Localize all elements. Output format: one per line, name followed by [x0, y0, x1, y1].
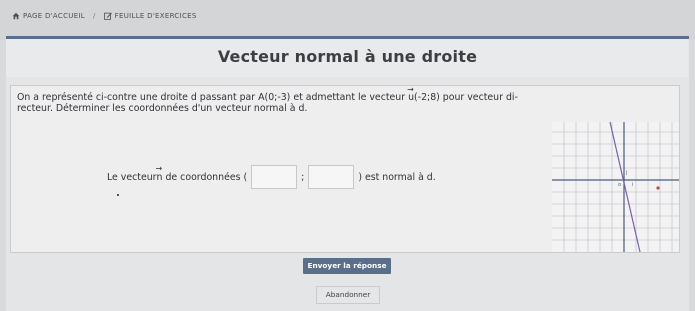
breadcrumb-separator: / [92, 12, 96, 20]
question-mid: de coordonnées ( [165, 171, 248, 183]
submit-answer-button[interactable]: Envoyer la réponse [303, 258, 391, 274]
statement-text-end-2: recteur. Déterminer les coordonnées d'un… [17, 102, 308, 114]
breadcrumb-home[interactable]: PAGE D'ACCUEIL [12, 12, 85, 20]
question-line: Le vecteur → n de coordonnées ( ; ) est n… [107, 163, 436, 189]
breadcrumb: PAGE D'ACCUEIL / FEUILLE D'EXERCICES [12, 12, 197, 20]
exercise-box: On a représenté ci-contre une droite d p… [10, 85, 680, 253]
breadcrumb-sheet[interactable]: FEUILLE D'EXERCICES [103, 12, 197, 20]
top-bar: PAGE D'ACCUEIL / FEUILLE D'EXERCICES [0, 0, 695, 40]
breadcrumb-sheet-label: FEUILLE D'EXERCICES [114, 12, 197, 20]
answer-x-input[interactable] [251, 165, 298, 189]
vector-u: → u [407, 85, 415, 103]
label-i: i [632, 182, 633, 188]
question-separator: ; [301, 171, 305, 183]
answer-y-input[interactable] [308, 165, 355, 189]
vector-n: → n [155, 163, 163, 183]
title-band: Vecteur normal à une droite [6, 36, 689, 77]
question-suffix: ) est normal à d. [358, 171, 436, 183]
question-prefix: Le vecteur [107, 171, 157, 183]
breadcrumb-home-label: PAGE D'ACCUEIL [23, 12, 85, 20]
statement-text: On a représenté ci-contre une droite d p… [17, 92, 409, 103]
point-marker [656, 186, 660, 190]
exercise-panel: Vecteur normal à une droite On a représe… [6, 36, 689, 311]
home-icon [12, 12, 20, 20]
decorative-dot [117, 194, 119, 196]
label-o: o [618, 182, 621, 188]
label-j: j [625, 170, 627, 176]
statement-text-end-1: (-2;8) pour vecteur di- [414, 92, 518, 103]
coordinate-graph: j o i [552, 122, 679, 252]
page-title: Vecteur normal à une droite [217, 47, 478, 66]
abandon-button[interactable]: Abandonner [316, 286, 380, 304]
exercise-statement: On a représenté ci-contre une droite d p… [17, 85, 552, 114]
edit-icon [103, 12, 112, 20]
